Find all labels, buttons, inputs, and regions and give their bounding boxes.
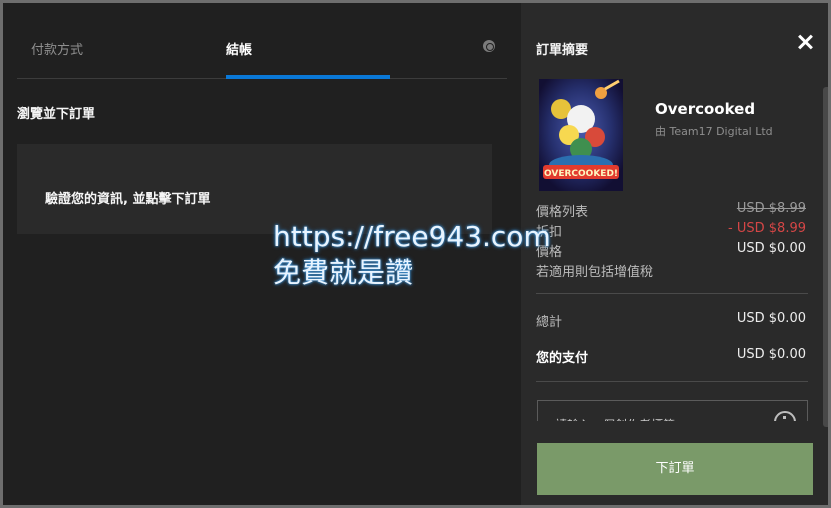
game-title: Overcooked xyxy=(655,100,756,118)
list-price-value: USD $8.99 xyxy=(736,201,806,216)
watermark-url: https://free943.com xyxy=(273,220,551,253)
watermark-slogan: 免費就是讚 xyxy=(273,256,414,289)
game-publisher: 由 Team17 Digital Ltd xyxy=(655,125,773,138)
vat-note: 若適用則包括增值稅 xyxy=(536,265,654,280)
place-order-button[interactable]: 下訂單 xyxy=(537,443,813,495)
cover-logo-text: OVERCOOKED! xyxy=(544,169,618,179)
you-pay-value: USD $0.00 xyxy=(736,347,806,362)
scroll-fade xyxy=(521,421,828,445)
watermark-overlay: https://free943.com 免費就是讚 xyxy=(273,219,551,291)
summary-divider-2 xyxy=(536,381,808,382)
total-label: 總計 xyxy=(536,315,563,330)
overcooked-cover-art: OVERCOOKED! xyxy=(539,79,623,191)
active-tab-indicator xyxy=(226,75,390,79)
summary-scrollbar[interactable] xyxy=(823,87,828,427)
order-summary-panel: 訂單摘要 OVERCOOKED! Overcooked 由 Team17 Dig… xyxy=(521,3,828,505)
discount-value: - USD $8.99 xyxy=(728,221,806,236)
you-pay-label: 您的支付 xyxy=(536,351,589,366)
total-value: USD $0.00 xyxy=(736,311,806,326)
close-icon[interactable] xyxy=(797,34,813,50)
globe-icon[interactable] xyxy=(483,40,495,52)
review-order-title: 瀏覽並下訂單 xyxy=(17,107,96,122)
verify-info-text: 驗證您的資訊, 並點擊下訂單 xyxy=(45,192,211,207)
checkout-tabs: 付款方式 結帳 xyxy=(17,31,507,79)
summary-divider xyxy=(536,293,808,294)
order-summary-title: 訂單摘要 xyxy=(536,43,589,58)
list-price-label: 價格列表 xyxy=(536,205,589,220)
checkout-window: 付款方式 結帳 瀏覽並下訂單 驗證您的資訊, 並點擊下訂單 訂單摘要 OVERC… xyxy=(0,0,831,508)
game-cover-image: OVERCOOKED! xyxy=(539,79,623,191)
tab-checkout[interactable]: 結帳 xyxy=(226,39,252,58)
price-value: USD $0.00 xyxy=(736,241,806,256)
tab-payment-method[interactable]: 付款方式 xyxy=(31,39,83,58)
